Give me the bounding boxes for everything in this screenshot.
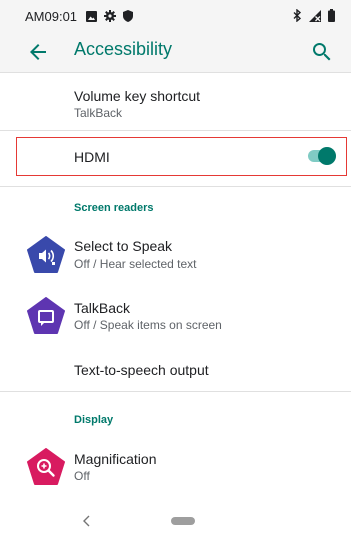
volume-key-shortcut-title: Volume key shortcut [74,88,201,104]
toggle-thumb [318,147,336,165]
battery-icon [328,9,335,22]
nav-back-icon[interactable] [80,513,94,529]
page-title: Accessibility [74,39,173,59]
section-header-display: Display [74,414,114,426]
text-to-speech-output-title: Text-to-speech output [74,362,209,378]
text-to-speech-output-item[interactable]: Text-to-speech output [0,350,351,390]
section-header-screen-readers: Screen readers [74,202,154,214]
shield-icon [123,10,133,22]
divider [0,130,351,131]
bluetooth-icon [293,9,302,22]
arrow-back-icon[interactable] [26,40,50,64]
talkback-item[interactable]: TalkBack Off / Speak items on screen [0,290,351,346]
hdmi-item[interactable]: HDMI [0,138,351,175]
hdmi-title: HDMI [74,149,110,165]
divider [0,186,351,187]
gear-icon [104,10,116,22]
chat-icon [27,297,65,334]
nav-home-pill[interactable] [171,517,195,525]
talkback-subtitle: Off / Speak items on screen [74,318,222,332]
magnification-title: Magnification [74,451,157,467]
select-to-speak-subtitle: Off / Hear selected text [74,257,197,271]
magnification-subtitle: Off [74,469,90,483]
volume-key-shortcut-item[interactable]: Volume key shortcut TalkBack [0,74,351,130]
app-bar: Accessibility [0,31,351,73]
magnification-item[interactable]: Magnification Off [0,442,351,498]
search-icon[interactable] [310,40,334,64]
select-to-speak-title: Select to Speak [74,238,173,254]
navigation-bar [0,510,351,533]
no-signal-icon [309,9,321,22]
select-to-speak-item[interactable]: Select to Speak Off / Hear selected text [0,228,351,284]
hdmi-toggle[interactable] [308,147,336,165]
divider [0,391,351,392]
status-time: AM09:01 [25,9,78,24]
image-icon [86,10,97,22]
status-bar: AM09:01 [0,0,351,31]
talkback-title: TalkBack [74,300,131,316]
speaker-icon [27,236,65,273]
magnify-icon [27,448,65,485]
volume-key-shortcut-subtitle: TalkBack [74,106,123,120]
status-icons-right [293,9,335,22]
status-icons-left [86,10,133,22]
